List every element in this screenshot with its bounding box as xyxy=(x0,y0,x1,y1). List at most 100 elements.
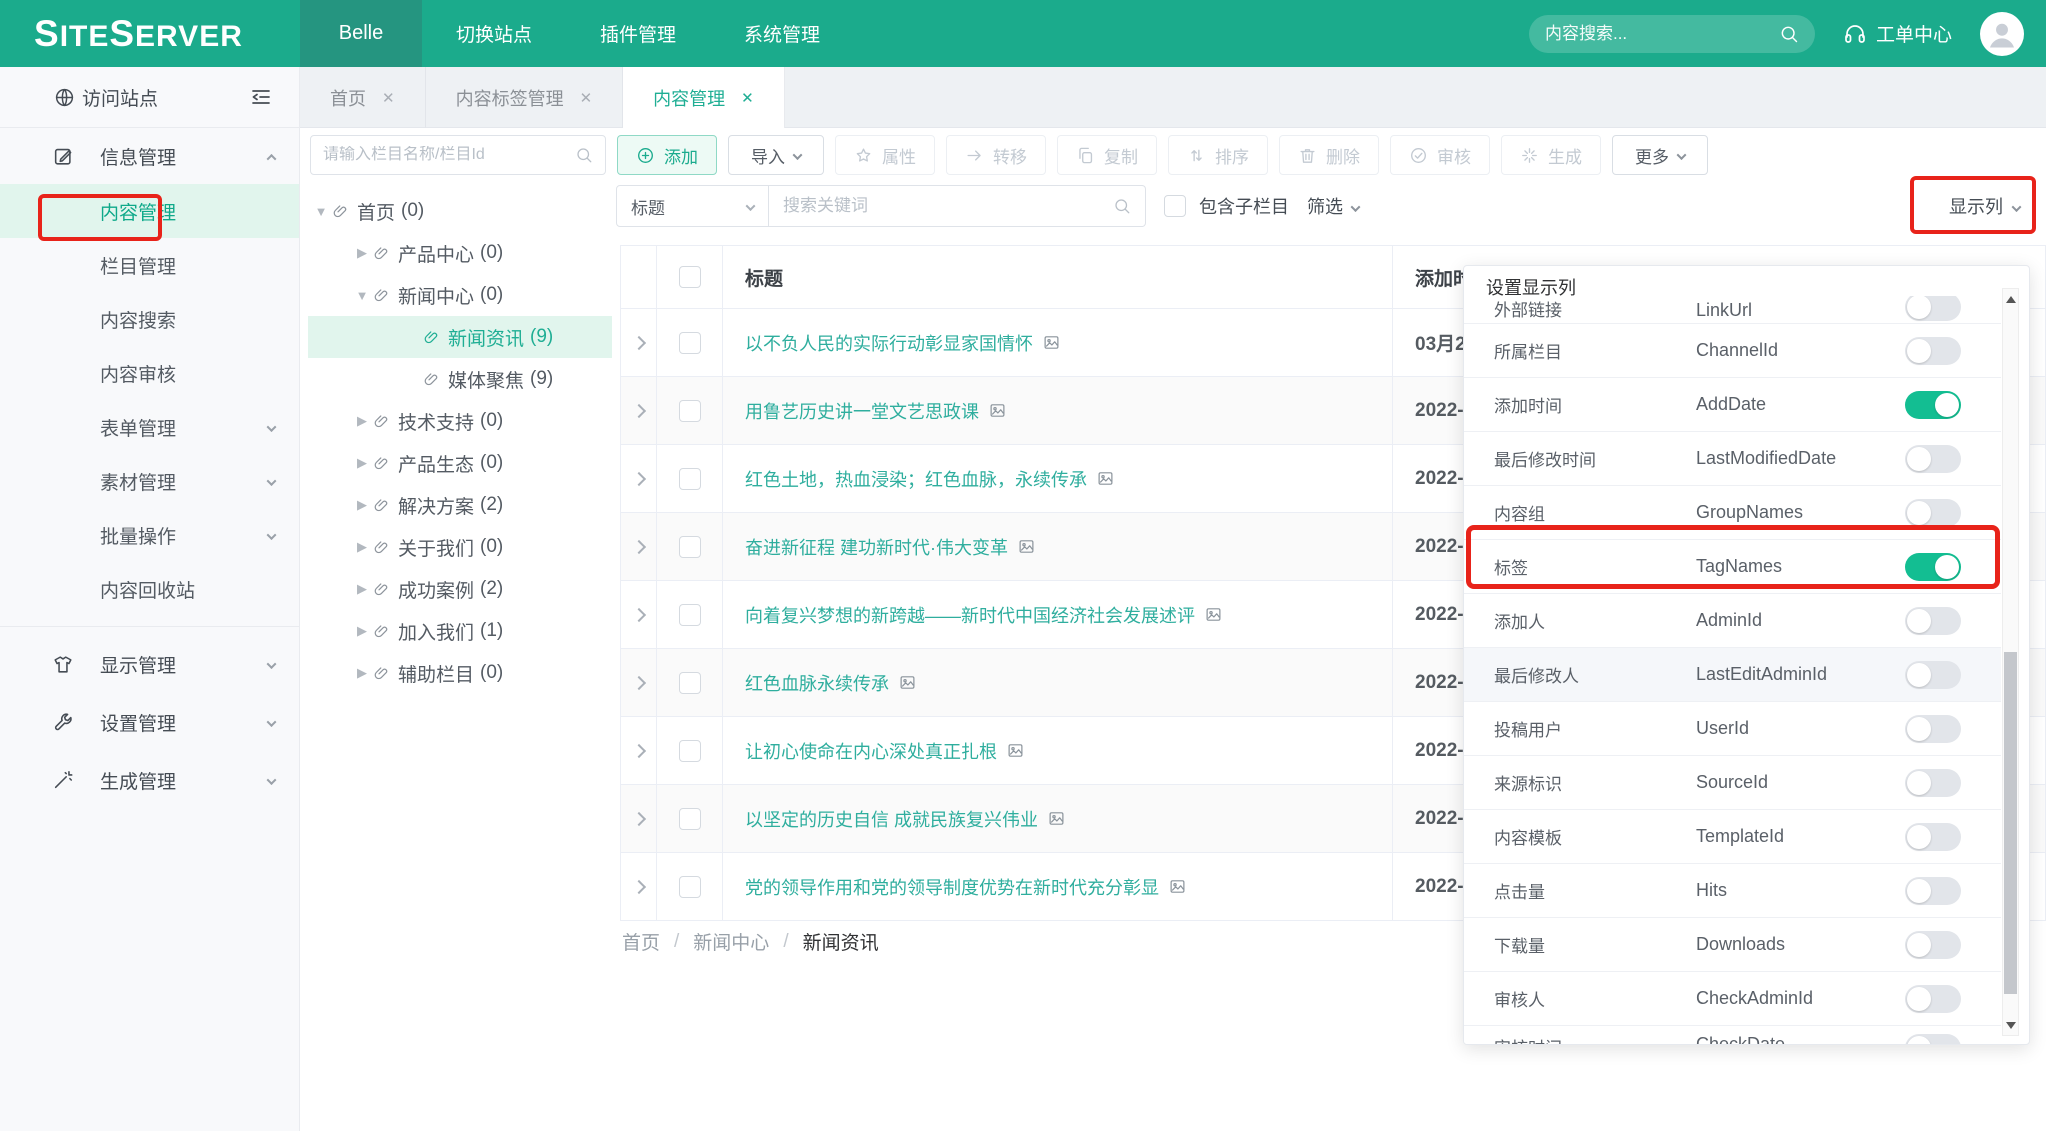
triangle-right-icon[interactable]: ▶ xyxy=(353,581,371,597)
tree-node-辅助栏目[interactable]: ▶辅助栏目(0) xyxy=(308,652,612,694)
expand-row-icon[interactable] xyxy=(631,607,645,621)
ticket-center-link[interactable]: 工单中心 xyxy=(1843,20,1952,47)
close-icon[interactable]: ✕ xyxy=(382,89,395,107)
expand-row-icon[interactable] xyxy=(631,879,645,893)
toggle-CheckDate[interactable] xyxy=(1905,1034,1961,1045)
sidebar-item-栏目管理[interactable]: 栏目管理 xyxy=(0,238,299,292)
row-checkbox[interactable] xyxy=(679,468,701,490)
content-title-link[interactable]: 党的领导作用和党的领导制度优势在新时代充分彰显 xyxy=(745,874,1186,900)
triangle-right-icon[interactable]: ▶ xyxy=(353,413,371,429)
tree-node-关于我们[interactable]: ▶关于我们(0) xyxy=(308,526,612,568)
content-title-link[interactable]: 让初心使命在内心深处真正扎根 xyxy=(745,738,1024,764)
keyword-search-input[interactable] xyxy=(783,196,1113,216)
row-checkbox[interactable] xyxy=(679,604,701,626)
scroll-up-arrow-icon[interactable] xyxy=(2003,291,2018,307)
sidebar-group-显示管理[interactable]: 显示管理 xyxy=(0,635,299,693)
triangle-right-icon[interactable]: ▶ xyxy=(353,539,371,555)
avatar[interactable] xyxy=(1980,12,2024,56)
tab-内容管理[interactable]: 内容管理✕ xyxy=(623,67,785,128)
toggle-Downloads[interactable] xyxy=(1905,931,1961,959)
row-checkbox[interactable] xyxy=(679,536,701,558)
sidebar-item-内容管理[interactable]: 内容管理 xyxy=(0,184,299,238)
row-checkbox[interactable] xyxy=(679,740,701,762)
sidebar-item-内容审核[interactable]: 内容审核 xyxy=(0,346,299,400)
toggle-GroupNames[interactable] xyxy=(1905,499,1961,527)
top-menu-item-1[interactable]: 插件管理 xyxy=(566,0,710,67)
tree-node-媒体聚焦[interactable]: 媒体聚焦(9) xyxy=(308,358,612,400)
tree-node-新闻中心[interactable]: ▼新闻中心(0) xyxy=(308,274,612,316)
sidebar-group-info[interactable]: 信息管理 xyxy=(0,128,299,184)
添加-button[interactable]: 添加 xyxy=(617,135,717,175)
breadcrumb-item[interactable]: 新闻中心 xyxy=(693,928,769,955)
row-checkbox[interactable] xyxy=(679,400,701,422)
close-icon[interactable]: ✕ xyxy=(741,89,754,107)
content-title-link[interactable]: 红色血脉永续传承 xyxy=(745,670,916,696)
tree-node-解决方案[interactable]: ▶解决方案(2) xyxy=(308,484,612,526)
tree-node-首页[interactable]: ▼首页(0) xyxy=(308,190,612,232)
expand-row-icon[interactable] xyxy=(631,335,645,349)
content-title-link[interactable]: 用鲁艺历史讲一堂文艺思政课 xyxy=(745,398,1006,424)
tab-内容标签管理[interactable]: 内容标签管理✕ xyxy=(426,67,624,128)
content-search-input[interactable] xyxy=(1545,24,1779,44)
sidebar-item-内容搜索[interactable]: 内容搜索 xyxy=(0,292,299,346)
sidebar-group-设置管理[interactable]: 设置管理 xyxy=(0,693,299,751)
search-icon[interactable] xyxy=(575,146,593,164)
tree-node-技术支持[interactable]: ▶技术支持(0) xyxy=(308,400,612,442)
row-checkbox[interactable] xyxy=(679,876,701,898)
current-site-tab[interactable]: Belle xyxy=(300,0,422,67)
toggle-TemplateId[interactable] xyxy=(1905,823,1961,851)
sidebar-group-生成管理[interactable]: 生成管理 xyxy=(0,751,299,809)
filter-dropdown[interactable]: 筛选 xyxy=(1307,193,1359,219)
scrollbar-thumb[interactable] xyxy=(2004,652,2017,994)
expand-row-icon[interactable] xyxy=(631,539,645,553)
toggle-AdminId[interactable] xyxy=(1905,607,1961,635)
content-title-link[interactable]: 以坚定的历史自信 成就民族复兴伟业 xyxy=(745,806,1065,832)
expand-row-icon[interactable] xyxy=(631,403,645,417)
tree-node-成功案例[interactable]: ▶成功案例(2) xyxy=(308,568,612,610)
expand-row-icon[interactable] xyxy=(631,471,645,485)
tab-首页[interactable]: 首页✕ xyxy=(300,67,426,128)
导入-button[interactable]: 导入 xyxy=(728,135,824,175)
content-title-link[interactable]: 以不负人民的实际行动彰显家国情怀 xyxy=(745,330,1060,356)
top-menu-item-2[interactable]: 系统管理 xyxy=(710,0,854,67)
triangle-right-icon[interactable]: ▶ xyxy=(353,455,371,471)
search-icon[interactable] xyxy=(1779,24,1799,44)
breadcrumb-item[interactable]: 首页 xyxy=(622,928,660,955)
sidebar-item-内容回收站[interactable]: 内容回收站 xyxy=(0,562,299,616)
tree-node-产品生态[interactable]: ▶产品生态(0) xyxy=(308,442,612,484)
select-all-checkbox[interactable] xyxy=(679,266,701,288)
toggle-TagNames[interactable] xyxy=(1905,553,1961,581)
triangle-right-icon[interactable]: ▶ xyxy=(353,623,371,639)
triangle-down-icon[interactable]: ▼ xyxy=(312,204,330,219)
toggle-SourceId[interactable] xyxy=(1905,769,1961,797)
sidebar-item-批量操作[interactable]: 批量操作 xyxy=(0,508,299,562)
triangle-right-icon[interactable]: ▶ xyxy=(353,245,371,261)
toggle-AddDate[interactable] xyxy=(1905,391,1961,419)
include-children-option[interactable]: 包含子栏目 xyxy=(1164,193,1289,219)
expand-row-icon[interactable] xyxy=(631,743,645,757)
content-title-link[interactable]: 红色土地，热血浸染；红色血脉，永续传承 xyxy=(745,466,1114,492)
sidebar-item-素材管理[interactable]: 素材管理 xyxy=(0,454,299,508)
search-field-select[interactable]: 标题 xyxy=(616,185,769,227)
collapse-sidebar-icon[interactable] xyxy=(249,85,273,109)
toggle-CheckAdminId[interactable] xyxy=(1905,985,1961,1013)
sidebar-item-表单管理[interactable]: 表单管理 xyxy=(0,400,299,454)
display-columns-button[interactable]: 显示列 xyxy=(1949,185,2020,227)
top-menu-item-0[interactable]: 切换站点 xyxy=(422,0,566,67)
triangle-down-icon[interactable]: ▼ xyxy=(353,288,371,303)
include-children-checkbox[interactable] xyxy=(1164,195,1186,217)
row-checkbox[interactable] xyxy=(679,808,701,830)
content-title-link[interactable]: 向着复兴梦想的新跨越——新时代中国经济社会发展述评 xyxy=(745,602,1222,628)
toggle-LinkUrl[interactable] xyxy=(1905,296,1961,321)
triangle-right-icon[interactable]: ▶ xyxy=(353,665,371,681)
scroll-down-arrow-icon[interactable] xyxy=(2003,1017,2018,1033)
expand-row-icon[interactable] xyxy=(631,811,645,825)
toggle-UserId[interactable] xyxy=(1905,715,1961,743)
close-icon[interactable]: ✕ xyxy=(580,89,593,107)
triangle-right-icon[interactable]: ▶ xyxy=(353,497,371,513)
toggle-LastEditAdminId[interactable] xyxy=(1905,661,1961,689)
panel-scrollbar[interactable] xyxy=(2002,288,2019,1036)
更多-button[interactable]: 更多 xyxy=(1612,135,1708,175)
tree-node-产品中心[interactable]: ▶产品中心(0) xyxy=(308,232,612,274)
content-title-link[interactable]: 奋进新征程 建功新时代·伟大变革 xyxy=(745,534,1035,560)
